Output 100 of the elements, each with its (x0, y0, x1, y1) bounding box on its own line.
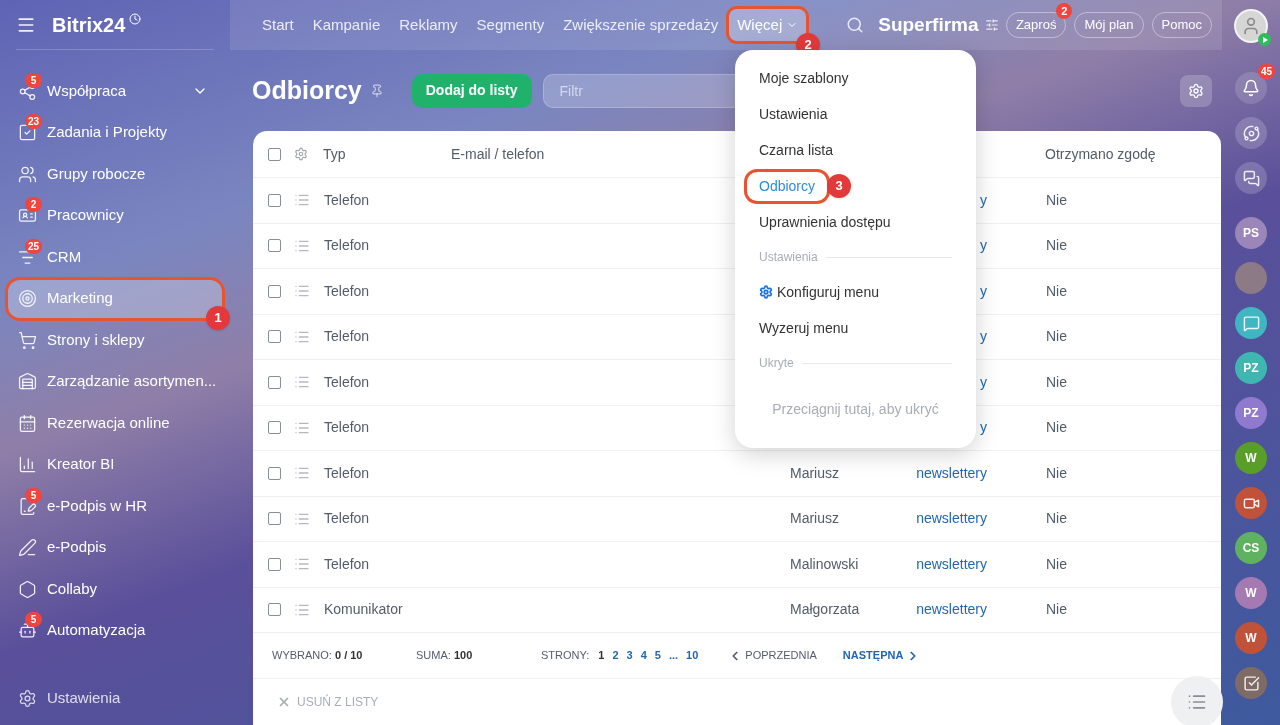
list-link[interactable]: newslettery (916, 601, 987, 618)
row-checkbox[interactable] (268, 421, 281, 435)
page-link[interactable]: 3 (622, 647, 637, 664)
page-link[interactable]: 2 (608, 647, 623, 664)
sidebar-label: Kreator BI (47, 454, 116, 475)
gear-icon[interactable] (294, 147, 308, 161)
nav-tab[interactable]: Reklamy (391, 9, 466, 41)
list-link[interactable]: y (980, 419, 987, 436)
list-link[interactable]: y (980, 191, 987, 208)
menu-item[interactable]: Uprawnienia dostępu (747, 207, 903, 237)
select-all-checkbox[interactable] (268, 147, 281, 161)
row-checkbox[interactable] (268, 193, 281, 207)
table-cell: Mariusz (790, 464, 839, 481)
sidebar-label: CRM (47, 246, 83, 267)
nav-tab[interactable]: Start (254, 9, 302, 41)
sidebar-item[interactable]: Kreator BI (8, 445, 222, 484)
sliders-icon[interactable] (984, 18, 999, 32)
sidebar-item[interactable]: 5 Automatyzacja (8, 611, 222, 650)
pin-icon[interactable] (369, 83, 384, 98)
contact-avatar[interactable]: W (1235, 577, 1267, 609)
sidebar-label: Zadania i Projekty (47, 122, 169, 143)
page-link[interactable]: 5 (650, 647, 665, 664)
settings-button[interactable] (1180, 74, 1212, 107)
contact-avatar[interactable]: PZ (1235, 397, 1267, 429)
list-link[interactable]: y (980, 373, 987, 390)
contact-avatar[interactable]: W (1235, 442, 1267, 474)
list-link[interactable]: y (980, 282, 987, 299)
sidebar-label: Współpraca (47, 80, 128, 101)
table-cell-text: Nie (1046, 281, 1067, 301)
nav-tab[interactable]: Segmenty (468, 9, 553, 41)
sidebar-item[interactable]: Rezerwacja online (8, 404, 222, 442)
row-checkbox[interactable] (268, 239, 281, 253)
company-name[interactable]: Superfirma (878, 10, 979, 40)
row-checkbox[interactable] (268, 330, 281, 344)
video-camera-button[interactable] (1235, 487, 1267, 519)
table-cell-text: Nie (1046, 327, 1067, 347)
contact-avatar[interactable]: W (1235, 622, 1267, 654)
table-cell-text: Nie (1046, 236, 1067, 256)
previous-page-link[interactable]: POPRZEDNIA (745, 647, 817, 664)
avatar[interactable] (1234, 9, 1268, 43)
sidebar-label: e-Podpis (47, 537, 108, 558)
page-link[interactable]: 10 (682, 647, 703, 664)
row-checkbox[interactable] (268, 603, 281, 617)
sidebar-item[interactable]: Zarządzanie asortymen... (8, 362, 222, 401)
page-link[interactable]: 1 (594, 647, 609, 664)
row-checkbox[interactable] (268, 284, 281, 298)
warehouse-icon (18, 372, 37, 391)
sidebar-item[interactable]: 2 Pracownicy (8, 196, 222, 235)
table-cell: Komunikator (324, 601, 403, 618)
next-page-link[interactable]: NASTĘPNA (842, 647, 904, 664)
row-checkbox[interactable] (268, 466, 281, 480)
table-cell-text: Nie (1046, 418, 1067, 438)
sidebar-item[interactable]: 23 Zadania i Projekty (8, 113, 222, 152)
page-title: Odbiorcy (252, 74, 362, 106)
logo[interactable]: Bitrix24 (52, 9, 126, 40)
sidebar-item[interactable]: Ustawienia (47, 686, 121, 710)
list-link[interactable]: y (980, 328, 987, 345)
sidebar-item[interactable]: 5 e-Podpis w HR (8, 487, 222, 525)
sidebar-item[interactable]: Grupy robocze (8, 155, 222, 193)
count-badge: 45 (1257, 64, 1275, 79)
checked-square-icon (1242, 674, 1260, 692)
sidebar-item[interactable]: Collaby (8, 570, 222, 608)
row-checkbox[interactable] (268, 557, 281, 571)
page-link[interactable]: 4 (636, 647, 651, 664)
chat-button[interactable] (1235, 162, 1267, 194)
nav-tab[interactable]: Kampanie (304, 9, 389, 41)
row-checkbox[interactable] (268, 512, 281, 526)
hexagon-icon (18, 579, 37, 599)
photo-placeholder[interactable] (1235, 262, 1267, 294)
checked-square-button[interactable] (1235, 667, 1267, 699)
target-icon (18, 289, 37, 308)
list-link[interactable]: newslettery (916, 510, 987, 527)
sidebar-item[interactable]: e-Podpis (8, 528, 222, 567)
add-to-list-button[interactable]: Dodaj do listy (411, 73, 532, 108)
play-icon (1258, 33, 1271, 46)
message-button[interactable] (1235, 307, 1267, 339)
list-link[interactable]: newslettery (916, 464, 987, 481)
table-cell-text: Nie (1046, 600, 1067, 620)
menu-item[interactable]: Czarna lista (747, 135, 845, 165)
orbit-button[interactable] (1235, 117, 1267, 149)
page-link[interactable]: ... (664, 647, 683, 664)
table-cell-text: Nie (1046, 509, 1067, 529)
column-header[interactable]: Otrzymano zgodę (1045, 143, 1156, 165)
menu-section-title: Ustawienia (759, 249, 818, 266)
count-badge: 2 (1056, 3, 1073, 19)
search-icon[interactable] (846, 16, 865, 34)
menu-item[interactable]: Konfiguruj menu (747, 277, 891, 307)
contact-avatar[interactable]: PS (1235, 217, 1267, 249)
table-cell-text: Nie (1046, 372, 1067, 392)
nav-tab[interactable]: Zwiększenie sprzedaży (555, 9, 727, 41)
list-link[interactable]: newslettery (916, 555, 987, 572)
sidebar-item[interactable]: 5 Współpraca (8, 72, 222, 110)
table-cell: Telefon (324, 191, 370, 208)
list-link[interactable]: y (980, 237, 987, 254)
table-cell: Małgorzata (790, 601, 860, 618)
menu-item[interactable]: Odbiorcy (747, 171, 828, 201)
column-header[interactable]: Typ (323, 143, 451, 165)
menu-item[interactable]: Wyzeruj menu (747, 313, 861, 343)
sidebar-item[interactable]: 25 CRM (8, 238, 222, 276)
row-checkbox[interactable] (268, 375, 281, 389)
